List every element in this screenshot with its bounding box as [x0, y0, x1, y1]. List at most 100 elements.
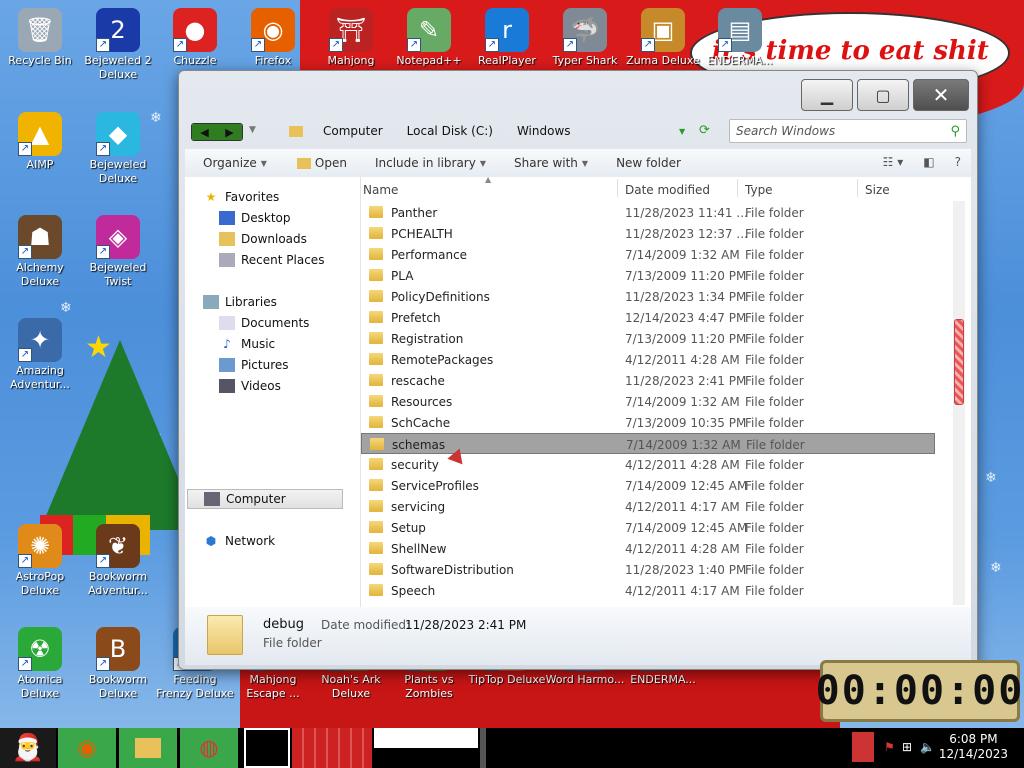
taskbar-app-black[interactable]: [244, 728, 290, 768]
file-row[interactable]: ShellNew 4/12/2011 4:28 AM File folder: [361, 538, 935, 559]
breadcrumb-windows[interactable]: Windows: [517, 124, 571, 138]
refresh-icon[interactable]: ⟳: [699, 123, 710, 138]
nav-computer[interactable]: Computer: [187, 489, 343, 509]
tray-app-icon[interactable]: [852, 732, 874, 762]
network-tray-icon[interactable]: ⊞: [902, 740, 912, 754]
breadcrumb-computer[interactable]: Computer: [323, 124, 383, 138]
desktop-shortcut[interactable]: ● ↗ Chuzzle: [155, 8, 235, 68]
file-row[interactable]: SoftwareDistribution 11/28/2023 1:40 PM Fi…: [361, 559, 935, 580]
back-arrow-icon[interactable]: ◀: [192, 124, 217, 140]
search-input[interactable]: Search Windows ⚲: [729, 119, 967, 143]
organize-button[interactable]: Organize ▼: [203, 156, 267, 170]
desktop-shortcut[interactable]: ❦ ↗ Bookworm Adventur...: [78, 524, 158, 598]
file-row[interactable]: schemas 7/14/2009 1:32 AM File folder: [361, 433, 935, 454]
desktop-shortcut[interactable]: 2 ↗ Bejeweled 2 Deluxe: [78, 8, 158, 82]
column-divider[interactable]: [617, 179, 618, 197]
column-divider[interactable]: [857, 179, 858, 197]
desktop-shortcut[interactable]: 🗑 Recycle Bin: [0, 8, 80, 68]
file-row[interactable]: Registration 7/13/2009 11:20 PM File folde…: [361, 328, 935, 349]
nav-label: Documents: [241, 316, 310, 330]
file-row[interactable]: ServiceProfiles 7/14/2009 12:45 AM File fo…: [361, 475, 935, 496]
taskbar-app-white[interactable]: [374, 728, 478, 768]
action-center-icon[interactable]: ⚑: [884, 740, 895, 754]
nav-documents[interactable]: Documents: [219, 313, 309, 333]
file-row[interactable]: PCHEALTH 11/28/2023 12:37 ... File folder: [361, 223, 935, 244]
desktop-shortcut[interactable]: ◆ ↗ Bejeweled Deluxe: [78, 112, 158, 186]
shortcut-arrow-icon: ↗: [18, 348, 32, 362]
desktop-shortcut[interactable]: ▣ ↗ Zuma Deluxe: [623, 8, 703, 68]
nav-pictures[interactable]: Pictures: [219, 355, 289, 375]
desktop-shortcut[interactable]: ✎ ↗ Notepad++: [389, 8, 469, 68]
taskbar-clock[interactable]: 6:08 PM 12/14/2023: [939, 732, 1008, 762]
desktop-shortcut[interactable]: ✺ ↗ AstroPop Deluxe: [0, 524, 80, 598]
gadget-time: 00:00:00: [815, 668, 1024, 714]
desktop-shortcut[interactable]: ☗ ↗ Alchemy Deluxe: [0, 215, 80, 289]
minimize-button[interactable]: ▁: [801, 79, 853, 111]
nav-downloads[interactable]: Downloads: [219, 229, 307, 249]
file-row[interactable]: Prefetch 12/14/2023 4:47 PM File folder: [361, 307, 935, 328]
forward-arrow-icon[interactable]: ▶: [217, 124, 242, 140]
nav-network[interactable]: ⬢ Network: [203, 531, 275, 551]
file-row[interactable]: security 4/12/2011 4:28 AM File folder: [361, 454, 935, 475]
file-row[interactable]: PLA 7/13/2009 11:20 PM File folder: [361, 265, 935, 286]
file-name: SchCache: [391, 416, 451, 430]
desktop-shortcut[interactable]: ▤↗ ENDERMA...: [700, 8, 780, 68]
desktop-shortcut[interactable]: ◈ ↗ Bejeweled Twist: [78, 215, 158, 289]
new-folder-label: New folder: [616, 156, 681, 170]
address-dropdown-icon[interactable]: ▼: [679, 127, 685, 136]
view-options-icon[interactable]: ☷ ▾: [883, 155, 904, 169]
file-row[interactable]: Resources 7/14/2009 1:32 AM File folder: [361, 391, 935, 412]
file-row[interactable]: servicing 4/12/2011 4:17 AM File folder: [361, 496, 935, 517]
nav-recent-places[interactable]: Recent Places: [219, 250, 324, 270]
desktop-shortcut[interactable]: 🦈 ↗ Typer Shark: [545, 8, 625, 68]
desktop-shortcut[interactable]: ▲ ↗ AIMP: [0, 112, 80, 172]
address-bar[interactable]: Computer Local Disk (C:) Windows: [259, 119, 721, 143]
desktop-shortcut[interactable]: ⛩ ↗ Mahjong: [311, 8, 391, 68]
nav-music[interactable]: ♪ Music: [219, 334, 275, 354]
shortcut-arrow-icon: ↗: [96, 245, 110, 259]
nav-videos[interactable]: Videos: [219, 376, 281, 396]
new-folder-button[interactable]: New folder: [616, 156, 681, 170]
maximize-button[interactable]: ▢: [857, 79, 909, 111]
taskbar-explorer-icon[interactable]: [119, 728, 177, 768]
nav-libraries[interactable]: Libraries: [203, 292, 277, 312]
nav-favorites[interactable]: ★ Favorites: [203, 187, 280, 207]
desktop-shortcut[interactable]: ◉ ↗ Firefox: [233, 8, 313, 68]
column-size[interactable]: Size: [865, 183, 890, 197]
file-row[interactable]: Speech 4/12/2011 4:17 AM File folder: [361, 580, 935, 601]
file-date: 4/12/2011 4:28 AM: [625, 542, 740, 556]
include-library-button[interactable]: Include in library ▼: [375, 156, 486, 170]
share-with-button[interactable]: Share with ▼: [514, 156, 588, 170]
file-row[interactable]: Performance 7/14/2009 1:32 AM File folder: [361, 244, 935, 265]
file-row[interactable]: Panther 11/28/2023 11:41 ... File folder: [361, 202, 935, 223]
taskbar-chrome-icon[interactable]: ◍: [180, 728, 238, 768]
desktop-shortcut[interactable]: ✦ ↗ Amazing Adventur...: [0, 318, 80, 392]
vertical-scrollbar[interactable]: [953, 201, 965, 605]
file-row[interactable]: SchCache 7/13/2009 10:35 PM File folder: [361, 412, 935, 433]
close-button[interactable]: ✕: [913, 79, 969, 111]
column-type[interactable]: Type: [745, 183, 773, 197]
taskbar-firefox-icon[interactable]: ◉: [58, 728, 116, 768]
desktop-shortcut[interactable]: ☢ ↗ Atomica Deluxe: [0, 627, 80, 701]
file-row[interactable]: RemotePackages 4/12/2011 4:28 AM File fold…: [361, 349, 935, 370]
column-divider[interactable]: [737, 179, 738, 197]
scrollbar-thumb[interactable]: [954, 319, 964, 405]
open-button[interactable]: Open: [296, 156, 347, 170]
file-row[interactable]: rescache 11/28/2023 2:41 PM File folder: [361, 370, 935, 391]
clock-gadget[interactable]: 00:00:00: [816, 660, 1022, 722]
file-row[interactable]: PolicyDefinitions 11/28/2023 1:34 PM File …: [361, 286, 935, 307]
start-button[interactable]: 🎅: [0, 728, 56, 768]
column-name[interactable]: Name: [363, 183, 398, 197]
volume-icon[interactable]: 🔈: [920, 740, 935, 754]
help-icon[interactable]: ?: [955, 155, 961, 169]
desktop-shortcut[interactable]: r ↗ RealPlayer: [467, 8, 547, 68]
column-date[interactable]: Date modified: [625, 183, 710, 197]
taskbar-app-red[interactable]: [292, 728, 372, 768]
search-icon[interactable]: ⚲: [950, 124, 960, 139]
preview-pane-icon[interactable]: ◧: [923, 155, 934, 169]
nav-desktop[interactable]: Desktop: [219, 208, 291, 228]
desktop-shortcut[interactable]: B ↗ Bookworm Deluxe: [78, 627, 158, 701]
breadcrumb-local-disk[interactable]: Local Disk (C:): [407, 124, 493, 138]
file-row[interactable]: Setup 7/14/2009 12:45 AM File folder: [361, 517, 935, 538]
recent-pages-chevron-icon[interactable]: ▼: [249, 125, 256, 135]
